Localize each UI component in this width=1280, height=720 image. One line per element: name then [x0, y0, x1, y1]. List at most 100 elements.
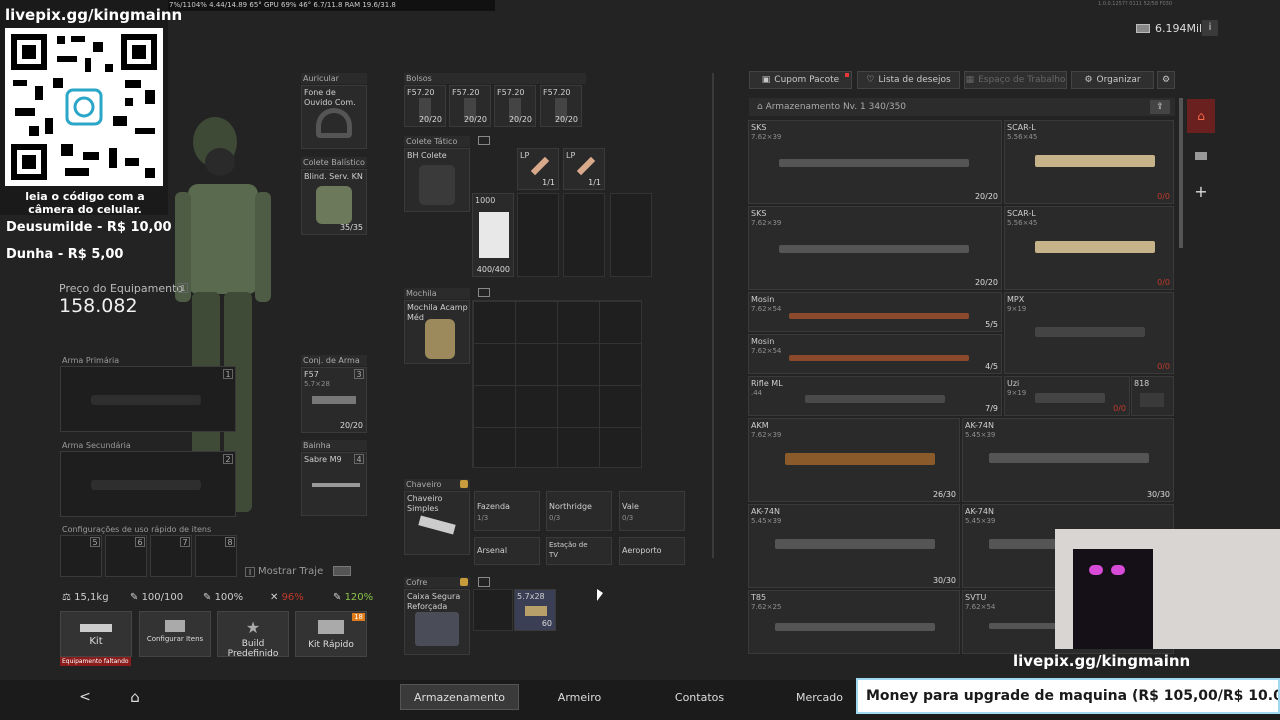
- item-count: 30/30: [1146, 490, 1170, 499]
- espaco-trabalho-label: Espaço de Trabalho: [978, 75, 1066, 85]
- kit-warning: Equipamento faltando: [60, 657, 131, 666]
- arma-secundaria-slot[interactable]: 2: [60, 451, 236, 517]
- ammo-icon: [525, 606, 547, 616]
- quick-use-slot-2[interactable]: 6: [105, 535, 147, 577]
- cofre-ammo-name: 5.7x28: [517, 592, 545, 601]
- pc-fan-light: [1111, 565, 1125, 575]
- cofre-ammo-slot[interactable]: 5.7x28 60: [514, 589, 556, 631]
- quick-use-key: 8: [225, 537, 235, 547]
- money-slot[interactable]: 1000 400/400: [472, 193, 514, 277]
- storage-item[interactable]: 818: [1131, 376, 1174, 416]
- vest-empty-cell[interactable]: [563, 193, 605, 277]
- add-tab-button[interactable]: +: [1190, 182, 1212, 202]
- headset-icon: [316, 108, 352, 138]
- key-slot[interactable]: Vale 0/3: [619, 491, 685, 531]
- item-count: 20/20: [974, 192, 998, 201]
- kit-rapido-button[interactable]: Kit Rápido 18: [295, 611, 367, 657]
- donation-goal-banner: Money para upgrade de maquina (R$ 105,00…: [856, 678, 1280, 714]
- chaveiro-slot[interactable]: Chaveiro Simples: [404, 491, 470, 555]
- stat-4-value: 96%: [281, 592, 304, 603]
- bolsos-item-count: 20/20: [418, 115, 442, 124]
- back-button[interactable]: <: [76, 688, 94, 706]
- lp-slot-1[interactable]: LP 1/1: [517, 148, 559, 190]
- key-slot[interactable]: Northridge 0/3: [546, 491, 612, 531]
- stat-5-value: 120%: [344, 592, 374, 603]
- donation-goal-text: Money para upgrade de maquina (R$ 105,00…: [858, 680, 1278, 712]
- storage-scrollbar[interactable]: [1179, 98, 1183, 248]
- home-button[interactable]: ⌂: [124, 687, 146, 707]
- bainha-key: 4: [354, 454, 364, 464]
- colete-tatico-slot[interactable]: BH Colete: [404, 148, 470, 212]
- storage-item[interactable]: Uzi 9×19 0/0: [1004, 376, 1130, 416]
- cofre-slot[interactable]: Caixa Segura Reforçada: [404, 589, 470, 655]
- configurar-itens-button[interactable]: Configurar Itens: [139, 611, 211, 657]
- conj-arma-slot[interactable]: F57 5.7×28 3 20/20: [301, 367, 367, 433]
- cofre-ammo-count: 60: [541, 619, 552, 628]
- storage-item[interactable]: Mosin 7.62×54 5/5: [748, 292, 1002, 332]
- bainha-slot[interactable]: Sabre M9 4: [301, 452, 367, 516]
- storage-item[interactable]: Rifle ML .44 7/9: [748, 376, 1002, 416]
- organizar-button[interactable]: ⚙ Organizar: [1071, 71, 1154, 89]
- item-name: T85: [751, 593, 767, 602]
- key-slot[interactable]: Estação de TV: [546, 537, 612, 565]
- settings-button[interactable]: ⚙: [1157, 71, 1175, 89]
- key-slot[interactable]: Aeroporto: [619, 537, 685, 565]
- quick-use-slot-1[interactable]: 5: [60, 535, 102, 577]
- storage-item[interactable]: MPX 9×19 0/0: [1004, 292, 1174, 374]
- backpack-grid[interactable]: [472, 300, 642, 468]
- kit-button[interactable]: Kit: [60, 611, 132, 657]
- bainha-item: Sabre M9: [304, 455, 342, 464]
- vest-empty-cell[interactable]: [517, 193, 559, 277]
- conj-arma-count: 20/20: [339, 421, 363, 430]
- tab-contatos[interactable]: Contatos: [640, 684, 759, 710]
- rifle-icon: [775, 539, 935, 549]
- mostrar-traje-toggle[interactable]: [333, 566, 351, 576]
- build-predefinido-button[interactable]: ★ Build Predefinido: [217, 611, 289, 659]
- smg-icon: [1035, 393, 1105, 403]
- storage-item[interactable]: SCAR-L 5.56×45 0/0: [1004, 206, 1174, 290]
- colete-balistico-slot[interactable]: Blind. Serv. KN 35/35: [301, 169, 367, 235]
- storage-item[interactable]: AKM 7.62×39 26/30: [748, 418, 960, 502]
- arma-primaria-slot[interactable]: 1: [60, 366, 236, 432]
- bolsos-slot[interactable]: F57.20 20/20: [494, 85, 536, 127]
- storage-item[interactable]: SKS 7.62×39 20/20: [748, 120, 1002, 204]
- tab-armeiro[interactable]: Armeiro: [520, 684, 639, 710]
- storage-item[interactable]: AK-74N 5.45×39 30/30: [748, 504, 960, 588]
- stat-3-value: 100%: [214, 592, 244, 603]
- item-count: 4/5: [985, 362, 998, 371]
- money-name: 1000: [475, 196, 496, 205]
- bolsos-slot[interactable]: F57.20 20/20: [449, 85, 491, 127]
- bolsos-slot[interactable]: F57.20 20/20: [540, 85, 582, 127]
- qr-caption: leia o código com a câmera do celular.: [25, 190, 145, 216]
- tab-armazenamento[interactable]: Armazenamento: [400, 684, 519, 710]
- quick-use-slot-4[interactable]: 8: [195, 535, 237, 577]
- vest-icon: [316, 186, 352, 224]
- stash-tab-button[interactable]: ⌂: [1187, 99, 1215, 133]
- item-count: 0/0: [1157, 362, 1170, 371]
- lista-desejos-button[interactable]: ♡ Lista de desejos: [857, 71, 960, 89]
- rifle-icon: [785, 453, 935, 465]
- mochila-slot[interactable]: Mochila Acamp Méd: [404, 300, 470, 364]
- storage-item[interactable]: T85 7.62×25: [748, 590, 960, 654]
- vest-empty-cell[interactable]: [610, 193, 652, 277]
- home-icon: ⌂: [757, 102, 766, 112]
- key-slot[interactable]: Arsenal: [474, 537, 540, 565]
- auricular-slot[interactable]: Fone de Ouvido Com.: [301, 85, 367, 149]
- money-stack-icon: [479, 212, 509, 258]
- storage-upgrade-button[interactable]: ⇪: [1150, 100, 1170, 114]
- info-icon[interactable]: i: [1202, 20, 1218, 36]
- key-slot[interactable]: Fazenda 1/3: [474, 491, 540, 531]
- storage-item[interactable]: Mosin 7.62×54 4/5: [748, 334, 1002, 374]
- bolsos-slot[interactable]: F57.20 20/20: [404, 85, 446, 127]
- vehicle-tab-button[interactable]: [1190, 147, 1212, 165]
- lp-count: 1/1: [542, 178, 555, 187]
- cofre-empty-cell[interactable]: [473, 589, 513, 631]
- storage-item[interactable]: AK-74N 5.45×39 30/30: [962, 418, 1174, 502]
- storage-item[interactable]: SKS 7.62×39 20/20: [748, 206, 1002, 290]
- lp-slot-2[interactable]: LP 1/1: [563, 148, 605, 190]
- cupom-pacote-button[interactable]: ▣ Cupom Pacote: [749, 71, 852, 89]
- espaco-trabalho-button[interactable]: ▦ Espaço de Trabalho: [964, 71, 1067, 89]
- kit-label: Kit: [89, 636, 103, 647]
- quick-use-slot-3[interactable]: 7: [150, 535, 192, 577]
- storage-item[interactable]: SCAR-L 5.56×45 0/0: [1004, 120, 1174, 204]
